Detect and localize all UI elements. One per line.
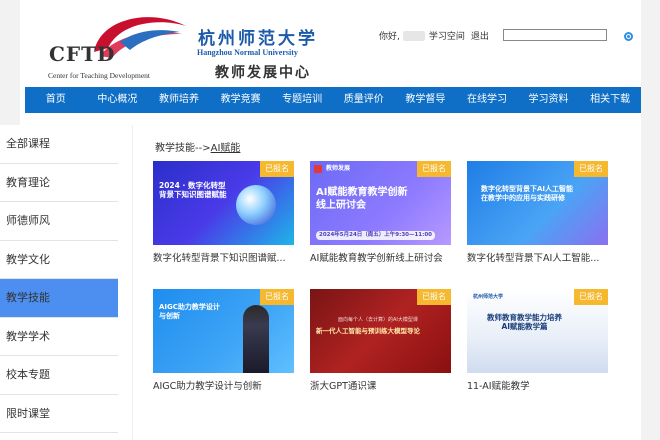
thumbnail-subtext: 面向每个人（去计算）的AI大模型课 xyxy=(338,317,418,323)
enrolled-badge: 已报名 xyxy=(260,289,294,305)
course-thumbnail[interactable]: AIGC助力教学设计 与创新 已报名 xyxy=(153,289,294,373)
sidebar-item-ethics[interactable]: 师德师风 xyxy=(0,202,118,241)
course-card[interactable]: 数字化转型背景下AI人工智能 在教学中的应用与实践研修 已报名 数字化转型背景下… xyxy=(467,161,608,264)
sidebar-item-culture[interactable]: 教学文化 xyxy=(0,241,118,279)
breadcrumb-parent: 教学技能--> xyxy=(155,143,211,154)
course-thumbnail[interactable]: 杭州师范大学 教师教育教学能力培养 AI赋能教学篇 已报名 xyxy=(467,289,608,373)
course-thumbnail[interactable]: 数字化转型背景下AI人工智能 在教学中的应用与实践研修 已报名 xyxy=(467,161,608,245)
nav-item-topics[interactable]: 专题培训 xyxy=(271,87,333,113)
thumbnail-brand: 杭州师范大学 xyxy=(473,294,504,300)
course-card[interactable]: AIGC助力教学设计 与创新 已报名 AIGC助力教学设计与创新 xyxy=(153,289,294,392)
thumbnail-text: 新一代人工智能与预训练大模型导论 xyxy=(316,327,420,335)
course-thumbnail[interactable]: 面向每个人（去计算）的AI大模型课 新一代人工智能与预训练大模型导论 已报名 xyxy=(310,289,451,373)
enrolled-badge: 已报名 xyxy=(417,161,451,177)
nav-item-supervision[interactable]: 教学督导 xyxy=(395,87,457,113)
logo-subtitle: Center for Teaching Development xyxy=(48,71,151,80)
nav-item-online-learning[interactable]: 在线学习 xyxy=(456,87,518,113)
nav-item-materials[interactable]: 学习资料 xyxy=(518,87,580,113)
sidebar-item-scholarship[interactable]: 教学学术 xyxy=(0,318,118,356)
nav-item-training[interactable]: 教师培养 xyxy=(148,87,210,113)
nav-item-evaluation[interactable]: 质量评价 xyxy=(333,87,395,113)
course-title[interactable]: 数字化转型背景下知识图谱赋... xyxy=(153,250,294,264)
thumbnail-text: 数字化转型背景下AI人工智能 在教学中的应用与实践研修 xyxy=(481,185,574,202)
site-logo[interactable]: CFTD Center for Teaching Development 杭州师… xyxy=(30,6,330,82)
course-card[interactable]: 教师发展 AI赋能教育教学创新 线上研讨会 2024年5月24日（周五）上午9:… xyxy=(310,161,451,264)
sidebar-item-school-topics[interactable]: 校本专题 xyxy=(0,356,118,395)
course-card[interactable]: 面向每个人（去计算）的AI大模型课 新一代人工智能与预训练大模型导论 已报名 浙… xyxy=(310,289,451,392)
sidebar-item-theory[interactable]: 教育理论 xyxy=(0,164,118,202)
course-list-panel: 教学技能-->AI赋能 2024 · 数字化转型 背景下知识图谱赋能 已报名 数… xyxy=(132,125,630,440)
thumbnail-text: AI赋能教育教学创新 线上研讨会 xyxy=(316,187,408,211)
user-bar: 你好, 学习空间 退出 xyxy=(379,29,495,42)
thumbnail-subtext: 2024年5月24日（周五）上午9:30—11:00 xyxy=(316,231,435,240)
thumbnail-brand: 教师发展 xyxy=(326,165,351,172)
presenter-photo xyxy=(243,305,269,373)
brand-logo-icon xyxy=(314,165,322,173)
logo-text: CFTD xyxy=(49,42,116,66)
university-name-en: Hangzhou Normal University xyxy=(197,48,298,57)
enrolled-badge: 已报名 xyxy=(574,161,608,177)
sidebar-item-limited-class[interactable]: 限时课堂 xyxy=(0,395,118,433)
sidebar-item-skills[interactable]: 教学技能 xyxy=(0,279,118,318)
course-title[interactable]: AI赋能教育教学创新线上研讨会 xyxy=(310,250,451,264)
category-sidebar: 全部课程 教育理论 师德师风 教学文化 教学技能 教学学术 校本专题 限时课堂 xyxy=(0,125,118,440)
course-title[interactable]: 浙大GPT通识课 xyxy=(310,378,451,392)
university-name-cn: 杭州师范大学 xyxy=(198,29,318,49)
course-title[interactable]: 11-AI赋能教学 xyxy=(467,378,608,392)
center-name: 教师发展中心 xyxy=(215,65,311,81)
breadcrumb-current-link[interactable]: AI赋能 xyxy=(211,143,241,154)
breadcrumb: 教学技能-->AI赋能 xyxy=(155,139,240,154)
enrolled-badge: 已报名 xyxy=(574,289,608,305)
thumbnail-text: AIGC助力教学设计 与创新 xyxy=(159,303,220,320)
thumbnail-graphic xyxy=(236,185,276,225)
study-space-link[interactable]: 学习空间 xyxy=(429,29,465,42)
enrolled-badge: 已报名 xyxy=(260,161,294,177)
search-input[interactable] xyxy=(503,29,607,41)
main-nav: 首页 中心概况 教师培养 教学竞赛 专题培训 质量评价 教学督导 在线学习 学习… xyxy=(25,87,641,113)
nav-item-home[interactable]: 首页 xyxy=(25,87,87,113)
logout-link[interactable]: 退出 xyxy=(471,29,489,42)
nav-item-downloads[interactable]: 相关下载 xyxy=(579,87,641,113)
course-card[interactable]: 杭州师范大学 教师教育教学能力培养 AI赋能教学篇 已报名 11-AI赋能教学 xyxy=(467,289,608,392)
sidebar-item-all[interactable]: 全部课程 xyxy=(0,125,118,164)
nav-item-competition[interactable]: 教学竞赛 xyxy=(210,87,272,113)
course-card[interactable]: 2024 · 数字化转型 背景下知识图谱赋能 已报名 数字化转型背景下知识图谱赋… xyxy=(153,161,294,264)
course-thumbnail[interactable]: 2024 · 数字化转型 背景下知识图谱赋能 已报名 xyxy=(153,161,294,245)
course-title[interactable]: AIGC助力教学设计与创新 xyxy=(153,378,294,392)
nav-item-overview[interactable]: 中心概况 xyxy=(87,87,149,113)
username-redacted xyxy=(402,30,425,41)
course-thumbnail[interactable]: 教师发展 AI赋能教育教学创新 线上研讨会 2024年5月24日（周五）上午9:… xyxy=(310,161,451,245)
search-icon[interactable] xyxy=(624,32,633,41)
course-title[interactable]: 数字化转型背景下AI人工智能... xyxy=(467,250,608,264)
greeting-text: 你好, xyxy=(379,32,400,42)
page-background: CFTD Center for Teaching Development 杭州师… xyxy=(0,0,660,440)
thumbnail-text: 教师教育教学能力培养 AI赋能教学篇 xyxy=(487,313,562,332)
enrolled-badge: 已报名 xyxy=(417,289,451,305)
thumbnail-text: 2024 · 数字化转型 背景下知识图谱赋能 xyxy=(159,181,227,200)
